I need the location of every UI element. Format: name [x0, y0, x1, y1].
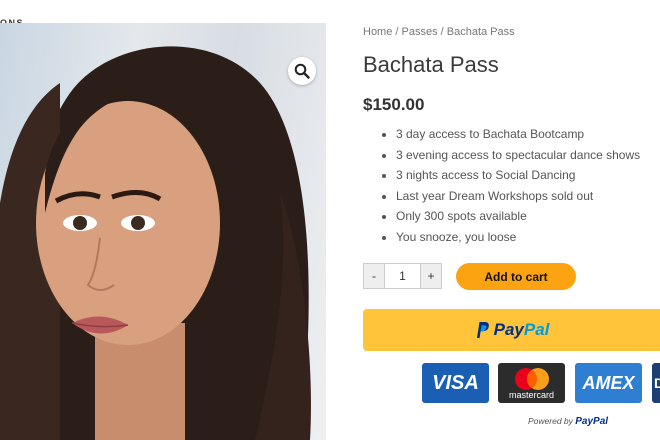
- amex-card-logo: AMEX: [575, 363, 642, 403]
- feature-item: 3 day access to Bachata Bootcamp: [396, 124, 640, 145]
- feature-item: You snooze, you loose: [396, 227, 640, 248]
- powered-by-text: Powered by: [528, 416, 573, 426]
- product-title: Bachata Pass: [363, 52, 499, 77]
- feature-item: 3 nights access to Social Dancing: [396, 165, 640, 186]
- breadcrumb: Home / Passes / Bachata Pass: [363, 26, 515, 38]
- breadcrumb-separator: /: [437, 26, 447, 38]
- mastercard-card-logo: mastercard: [498, 363, 565, 403]
- search-icon: [294, 63, 310, 79]
- feature-item: 3 evening access to spectacular dance sh…: [396, 145, 640, 166]
- paypal-pal-text: Pal: [523, 320, 550, 339]
- breadcrumb-separator: /: [392, 26, 402, 38]
- paypal-p-icon: [476, 322, 489, 338]
- feature-item: Only 300 spots available: [396, 206, 640, 227]
- visa-card-logo: VISA: [422, 363, 489, 403]
- breadcrumb-current: Bachata Pass: [446, 26, 515, 38]
- quantity-input[interactable]: 1: [385, 263, 420, 289]
- feature-item: Last year Dream Workshops sold out: [396, 186, 640, 207]
- product-price: $150.00: [363, 95, 425, 114]
- paypal-button[interactable]: PayPal: [363, 309, 660, 351]
- zoom-button[interactable]: [288, 57, 316, 85]
- quantity-increase-button[interactable]: +: [420, 263, 442, 289]
- breadcrumb-home-link[interactable]: Home: [363, 26, 392, 38]
- breadcrumb-passes-link[interactable]: Passes: [402, 26, 438, 38]
- product-image[interactable]: [0, 23, 326, 440]
- mastercard-label: mastercard: [508, 389, 554, 400]
- paypal-pay-text: Pay: [493, 320, 524, 339]
- quantity-stepper: - 1 +: [363, 263, 442, 289]
- feature-list: 3 day access to Bachata Bootcamp 3 eveni…: [363, 124, 640, 248]
- add-to-cart-button[interactable]: Add to cart: [456, 263, 576, 290]
- powered-by-paypal: Powered by PayPal: [528, 416, 608, 427]
- portrait-illustration: [0, 46, 311, 440]
- quantity-decrease-button[interactable]: -: [363, 263, 385, 289]
- discover-card-logo: D: [652, 363, 660, 403]
- paypal-brand-text: PayPal: [575, 416, 609, 427]
- mastercard-circles-icon: [514, 367, 549, 390]
